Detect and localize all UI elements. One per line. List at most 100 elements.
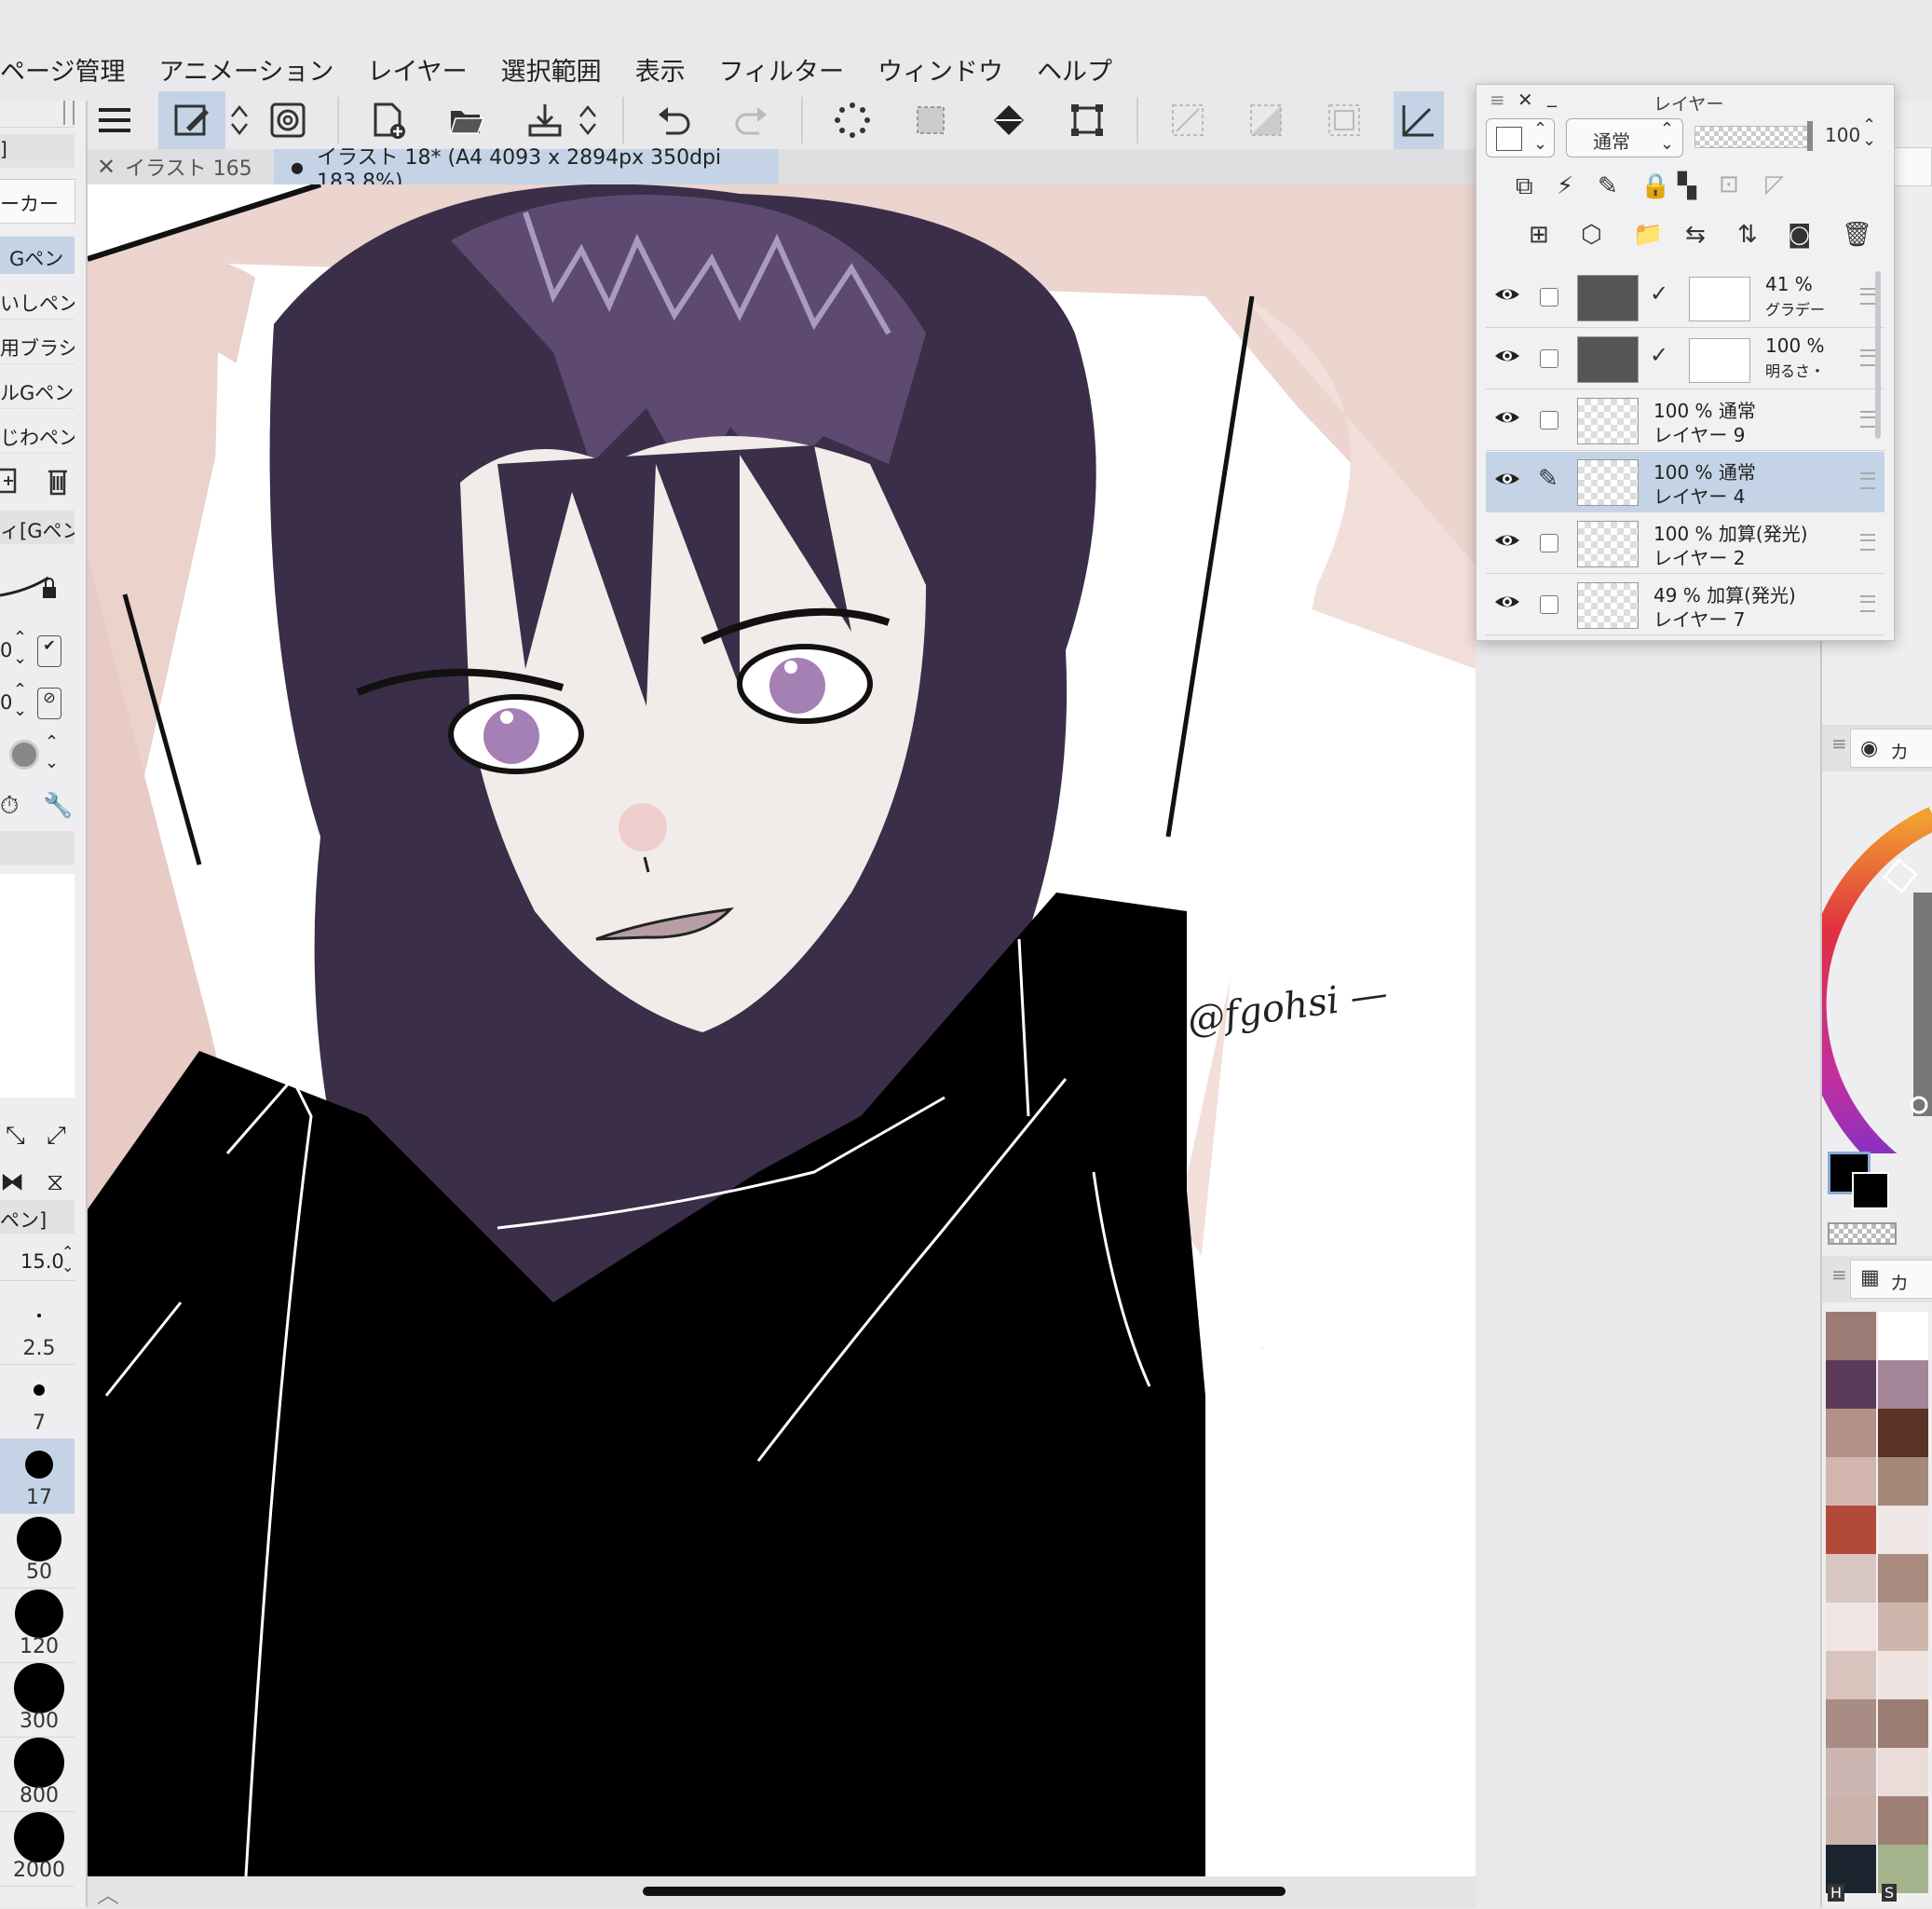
reset-icon[interactable]: ⏱ xyxy=(0,792,19,821)
mask-toggle-icon[interactable]: ⊡ xyxy=(1719,170,1739,198)
brush-item-gpen[interactable]: Gペン xyxy=(0,237,75,274)
deselect-button[interactable] xyxy=(823,91,881,149)
layer-row[interactable]: 100 % 通常 レイヤー 9 xyxy=(1486,390,1884,451)
brush-item-4[interactable]: ルGペン xyxy=(0,371,75,409)
menu-animation[interactable]: アニメーション xyxy=(158,51,333,88)
panel-menu-icon[interactable] xyxy=(0,101,75,128)
palette-swatch[interactable] xyxy=(1878,1699,1928,1748)
layer-row[interactable]: ✓ 100 % 明るさ・ xyxy=(1486,329,1884,389)
eye-icon[interactable] xyxy=(1493,592,1521,612)
menu-layer[interactable]: レイヤー xyxy=(367,51,467,88)
palette-swatch[interactable] xyxy=(1826,1796,1876,1845)
tool-edit-button[interactable] xyxy=(158,91,225,149)
new-vector-layer-icon[interactable]: ⬡ xyxy=(1581,221,1602,249)
brush-item-2[interactable]: いしペン xyxy=(0,281,75,320)
drag-handle-icon[interactable] xyxy=(1860,288,1875,305)
close-icon[interactable]: ✕ xyxy=(1517,89,1533,111)
palette-swatch[interactable] xyxy=(1826,1699,1876,1748)
layer-opacity-slider[interactable] xyxy=(1694,121,1813,151)
select-all-button[interactable] xyxy=(902,91,959,149)
lock-transparency-icon[interactable]: ▚ xyxy=(1678,172,1696,200)
palette-swatch[interactable] xyxy=(1826,1457,1876,1506)
close-icon[interactable]: ✕ xyxy=(97,154,116,180)
transform-button[interactable] xyxy=(1058,91,1116,149)
opacity-stepper[interactable]: ⌃ ⌄ xyxy=(1862,117,1876,149)
drag-handle-icon[interactable] xyxy=(1860,472,1875,489)
palette-swatch[interactable] xyxy=(1878,1409,1928,1457)
brush-size-item[interactable]: 17 xyxy=(0,1439,75,1514)
tab-illust-18[interactable]: ● イラスト 18* (A4 4093 x 2894px 350dpi 183.… xyxy=(274,146,779,194)
ruler-toggle-icon[interactable]: ◸ xyxy=(1765,170,1784,198)
menu-help[interactable]: ヘルプ xyxy=(1037,51,1112,88)
check-toggle-icon[interactable]: ✔ xyxy=(37,635,61,667)
brush-size-item[interactable]: 2000 xyxy=(0,1811,75,1887)
transparent-color-swatch[interactable] xyxy=(1828,1222,1897,1245)
drawing-canvas[interactable]: @fgohsi — xyxy=(88,184,1476,1876)
palette-swatch[interactable] xyxy=(1878,1651,1928,1699)
layer-color-swatch[interactable]: ⌃ ⌄ xyxy=(1486,118,1555,157)
brush-item-5[interactable]: じわペン xyxy=(0,416,75,454)
layer-row[interactable]: ✓ 41 % グラデー xyxy=(1486,267,1884,328)
palette-swatch[interactable] xyxy=(1878,1360,1928,1409)
color-set-tab[interactable]: ▦ カ xyxy=(1850,1260,1932,1299)
blend-mode-select[interactable]: 通常 ⌃ ⌄ xyxy=(1566,118,1683,157)
menu-page-management[interactable]: ページ管理 xyxy=(0,51,125,88)
menu-selection[interactable]: 選択範囲 xyxy=(501,51,602,88)
new-folder-icon[interactable]: 📁 xyxy=(1633,221,1663,249)
new-raster-layer-icon[interactable]: ⊞ xyxy=(1529,221,1549,249)
palette-swatch[interactable] xyxy=(1878,1554,1928,1602)
size-stepper[interactable]: 0 ⌃ ⌄ ✔ xyxy=(0,628,75,675)
brush-item-3[interactable]: 用ブラシ xyxy=(0,326,75,364)
layer-row[interactable]: 100 % 加算(発光) レイヤー 2 xyxy=(1486,513,1884,574)
ruler-snap-button[interactable] xyxy=(1394,91,1444,149)
eye-icon[interactable] xyxy=(1493,346,1521,366)
drag-handle-icon[interactable] xyxy=(1860,534,1875,551)
palette-swatch[interactable] xyxy=(1826,1554,1876,1602)
tool-group-tab[interactable]: ーカー xyxy=(0,179,75,224)
eye-icon[interactable] xyxy=(1493,469,1521,489)
layer-select-checkbox[interactable] xyxy=(1540,595,1558,614)
reference-layer-icon[interactable]: ⚡ xyxy=(1557,172,1573,200)
panel-grip-icon[interactable]: ≡ xyxy=(1490,89,1505,111)
merge-layer-icon[interactable]: ⇅ xyxy=(1737,221,1758,249)
layer-select-checkbox[interactable] xyxy=(1540,288,1558,307)
brush-size-value[interactable]: 15.0 ⌃ ⌄ xyxy=(0,1243,75,1281)
color-wheel-tab[interactable]: ◉ カ xyxy=(1850,729,1932,768)
layer-select-checkbox[interactable] xyxy=(1540,534,1558,552)
menu-view[interactable]: 表示 xyxy=(635,51,686,88)
menu-window[interactable]: ウィンドウ xyxy=(878,51,1003,88)
brush-size-item[interactable]: 300 xyxy=(0,1662,75,1738)
layer-row[interactable]: ✎ 100 % 通常 レイヤー 4 xyxy=(1486,452,1884,512)
palette-swatch[interactable] xyxy=(1878,1506,1928,1554)
brush-size-item[interactable]: 50 xyxy=(0,1513,75,1589)
palette-swatch[interactable] xyxy=(1826,1651,1876,1699)
scale-icon[interactable]: ⤡ xyxy=(6,1122,25,1151)
lock-icon[interactable]: 🔒 xyxy=(1640,172,1670,200)
sub-color-swatch[interactable] xyxy=(1852,1172,1889,1209)
trash-icon[interactable]: 🗑 xyxy=(1842,221,1872,249)
palette-swatch[interactable] xyxy=(1878,1312,1928,1360)
show-toggle[interactable]: S xyxy=(1882,1884,1898,1902)
flip-vertical-icon[interactable]: ⧖ xyxy=(47,1168,63,1197)
palette-swatch[interactable] xyxy=(1826,1602,1876,1651)
minimize-icon[interactable]: _ xyxy=(1547,85,1557,107)
layer-row[interactable]: 49 % 加算(発光) レイヤー 7 xyxy=(1486,575,1884,635)
invert-selection-button[interactable] xyxy=(1237,91,1295,149)
chevron-up-icon[interactable]: ︿ xyxy=(97,1876,119,1909)
palette-swatch[interactable] xyxy=(1826,1409,1876,1457)
brush-size-item[interactable]: 7 xyxy=(0,1364,75,1439)
layer-list-scrollbar[interactable] xyxy=(1875,271,1881,439)
tab-illust-165[interactable]: ✕ イラスト 165 xyxy=(97,149,252,184)
palette-swatch[interactable] xyxy=(1826,1506,1876,1554)
add-and-delete-icons[interactable] xyxy=(0,462,75,499)
wrench-icon[interactable]: 🔧 xyxy=(43,792,73,820)
opacity-stepper[interactable]: 0 ⌃ ⌄ ⊘ xyxy=(0,680,75,727)
palette-swatch[interactable] xyxy=(1826,1312,1876,1360)
palette-swatch[interactable] xyxy=(1826,1360,1876,1409)
clear-outside-selection-button[interactable] xyxy=(1159,91,1217,149)
eye-icon[interactable] xyxy=(1493,530,1521,551)
layer-opacity-value[interactable]: 100 xyxy=(1825,124,1860,146)
layer-select-checkbox[interactable] xyxy=(1540,349,1558,368)
layer-select-checkbox[interactable] xyxy=(1540,411,1558,430)
brush-size-item[interactable]: 2.5 xyxy=(0,1289,75,1365)
